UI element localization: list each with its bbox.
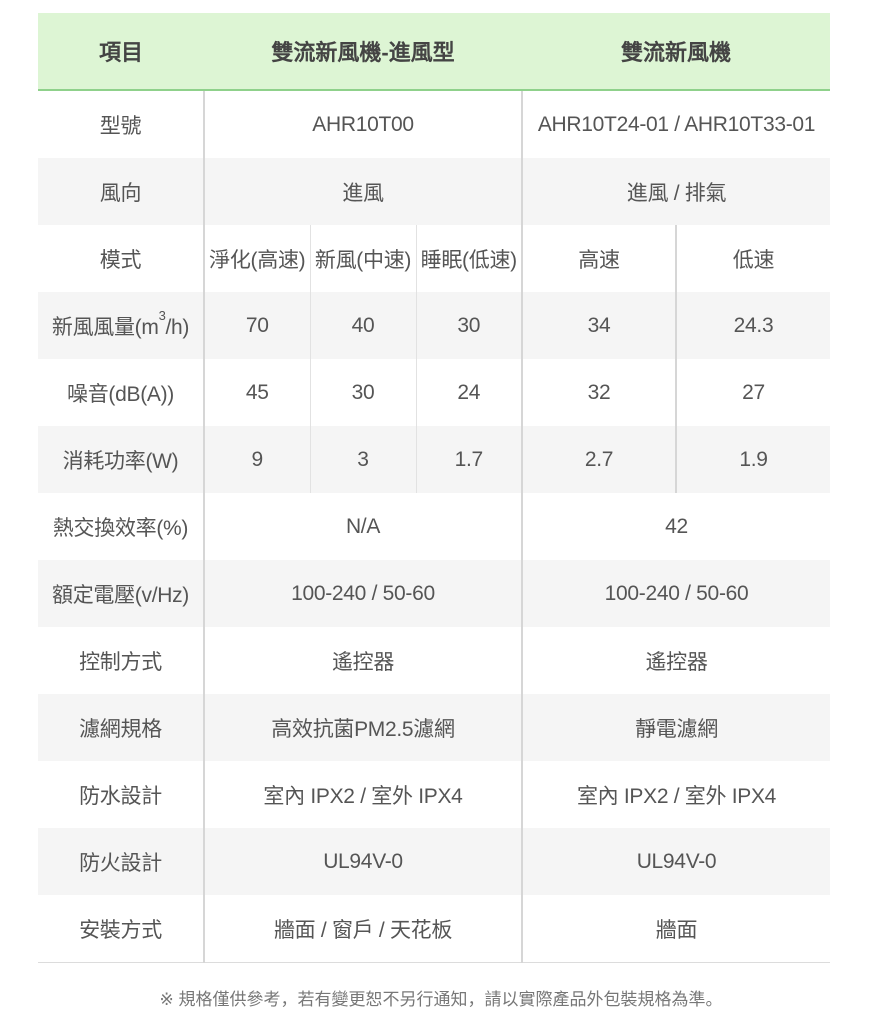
spec-table: 項目 雙流新風機-進風型 雙流新風機 型號 AHR10T00 AHR10T24-… [38, 13, 831, 963]
air-volume-b-high: 34 [522, 292, 677, 359]
model-a-value: UL94V-0 [204, 828, 523, 895]
power-a-low: 1.7 [416, 426, 523, 493]
table-row: 新風風量(m3/h) 70 40 30 34 24.3 [38, 292, 831, 359]
row-label: 濾網規格 [38, 694, 205, 761]
mode-a-low: 睡眠(低速) [416, 225, 523, 292]
model-a-value: 遙控器 [204, 627, 523, 694]
model-b-value: 100-240 / 50-60 [522, 560, 831, 627]
row-label: 熱交換效率(%) [38, 493, 205, 560]
model-a-value: AHR10T00 [204, 90, 523, 158]
model-b-value: 室內 IPX2 / 室外 IPX4 [522, 761, 831, 828]
power-b-low: 1.9 [676, 426, 831, 493]
model-b-value: 42 [522, 493, 831, 560]
noise-b-high: 32 [522, 359, 677, 426]
air-volume-a-low: 30 [416, 292, 523, 359]
model-a-value: 進風 [204, 158, 523, 225]
power-b-high: 2.7 [522, 426, 677, 493]
noise-b-low: 27 [676, 359, 831, 426]
mode-a-mid: 新風(中速) [310, 225, 417, 292]
mode-b-low: 低速 [676, 225, 831, 292]
row-label: 安裝方式 [38, 895, 205, 963]
air-volume-a-mid: 40 [310, 292, 417, 359]
noise-a-low: 24 [416, 359, 523, 426]
air-volume-b-low: 24.3 [676, 292, 831, 359]
table-row: 額定電壓(v/Hz) 100-240 / 50-60 100-240 / 50-… [38, 560, 831, 627]
noise-a-mid: 30 [310, 359, 417, 426]
model-a-value: 高效抗菌PM2.5濾網 [204, 694, 523, 761]
mode-a-high: 淨化(高速) [204, 225, 311, 292]
table-row: 控制方式 遙控器 遙控器 [38, 627, 831, 694]
table-row: 安裝方式 牆面 / 窗戶 / 天花板 牆面 [38, 895, 831, 963]
model-a-value: N/A [204, 493, 523, 560]
table-row: 防水設計 室內 IPX2 / 室外 IPX4 室內 IPX2 / 室外 IPX4 [38, 761, 831, 828]
air-volume-a-high: 70 [204, 292, 311, 359]
model-b-value: 靜電濾網 [522, 694, 831, 761]
model-b-value: UL94V-0 [522, 828, 831, 895]
power-a-mid: 3 [310, 426, 417, 493]
model-a-value: 室內 IPX2 / 室外 IPX4 [204, 761, 523, 828]
model-b-value: 進風 / 排氣 [522, 158, 831, 225]
table-row: 噪音(dB(A)) 45 30 24 32 27 [38, 359, 831, 426]
model-b-value: 牆面 [522, 895, 831, 963]
spec-disclaimer: ※ 規格僅供參考，若有變更恕不另行通知，請以實際產品外包裝規格為準。 [159, 990, 723, 1009]
header-item: 項目 [38, 13, 204, 91]
header-model-a: 雙流新風機-進風型 [204, 13, 522, 91]
row-label: 防水設計 [38, 761, 205, 828]
header-model-b: 雙流新風機 [522, 13, 831, 91]
row-label: 型號 [38, 90, 205, 158]
mode-b-high: 高速 [522, 225, 677, 292]
model-b-value: 遙控器 [522, 627, 831, 694]
row-label: 模式 [38, 225, 205, 292]
row-label: 新風風量(m3/h) [38, 292, 205, 359]
model-b-value: AHR10T24-01 / AHR10T33-01 [522, 90, 831, 158]
table-row: 風向 進風 進風 / 排氣 [38, 158, 831, 225]
table-row: 熱交換效率(%) N/A 42 [38, 493, 831, 560]
row-label: 噪音(dB(A)) [38, 359, 205, 426]
row-label: 控制方式 [38, 627, 205, 694]
row-label: 消耗功率(W) [38, 426, 205, 493]
row-label: 防火設計 [38, 828, 205, 895]
row-label: 額定電壓(v/Hz) [38, 560, 205, 627]
noise-a-high: 45 [204, 359, 311, 426]
row-label: 風向 [38, 158, 205, 225]
table-row: 防火設計 UL94V-0 UL94V-0 [38, 828, 831, 895]
table-header-row: 項目 雙流新風機-進風型 雙流新風機 [38, 13, 831, 91]
table-row: 型號 AHR10T00 AHR10T24-01 / AHR10T33-01 [38, 90, 831, 158]
model-a-value: 100-240 / 50-60 [204, 560, 523, 627]
power-a-high: 9 [204, 426, 311, 493]
table-row: 消耗功率(W) 9 3 1.7 2.7 1.9 [38, 426, 831, 493]
model-a-value: 牆面 / 窗戶 / 天花板 [204, 895, 523, 963]
table-row: 模式 淨化(高速) 新風(中速) 睡眠(低速) 高速 低速 [38, 225, 831, 292]
table-row: 濾網規格 高效抗菌PM2.5濾網 靜電濾網 [38, 694, 831, 761]
